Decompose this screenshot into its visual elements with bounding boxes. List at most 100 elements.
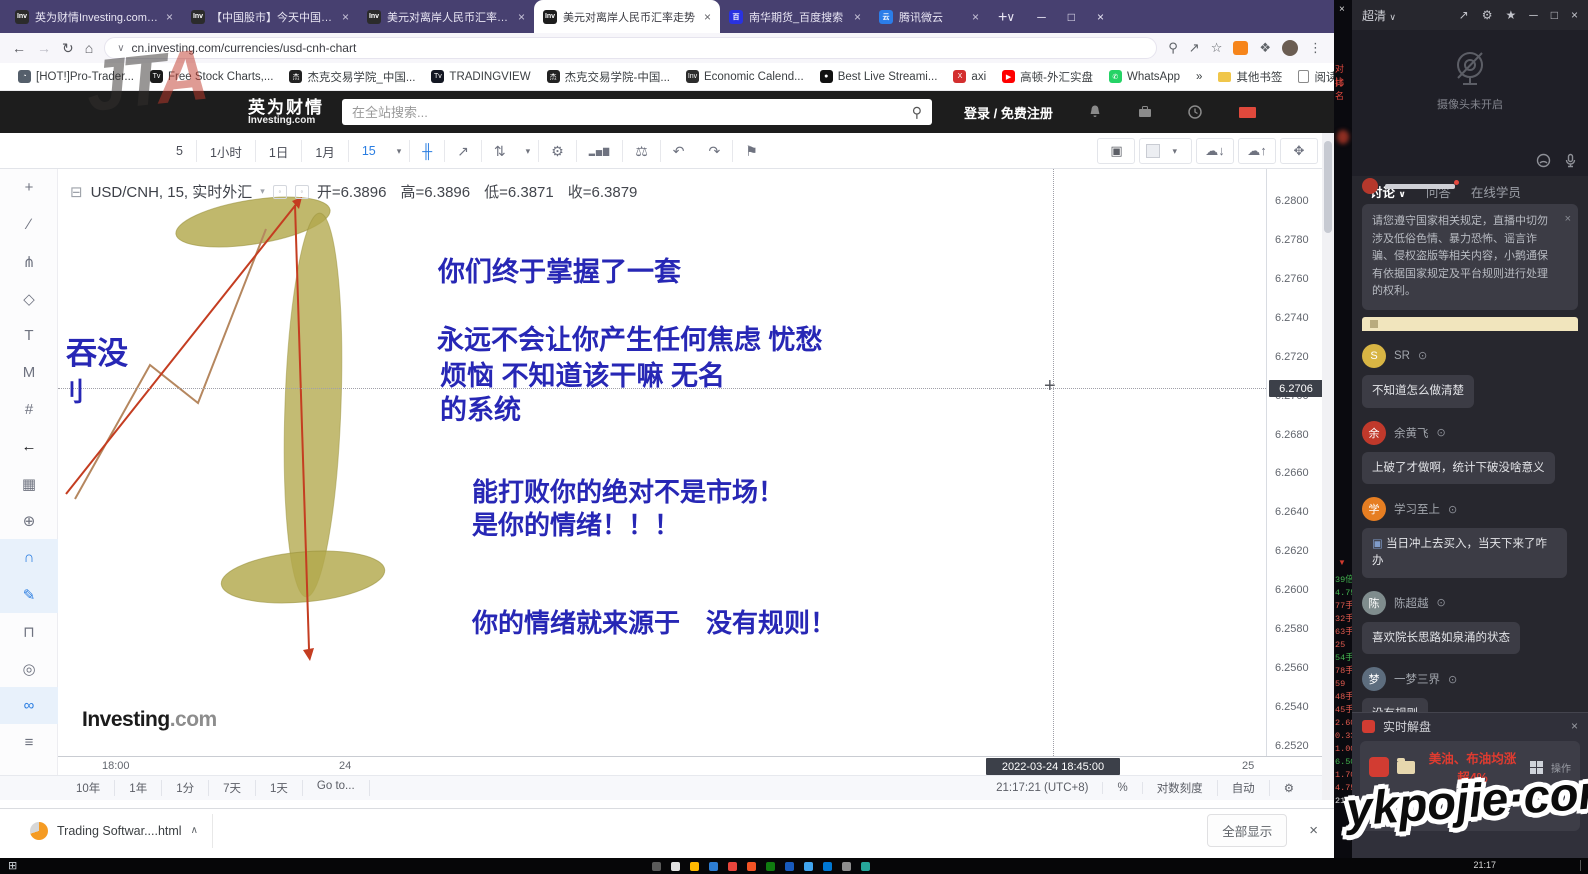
tab-close-icon[interactable]: × [972,10,979,24]
taskbar-app-icon[interactable] [709,862,718,871]
drawing-tool-button[interactable]: T [0,317,58,354]
candlestick-style-icon[interactable]: ╫ [410,143,444,159]
range-button[interactable]: Go to... [303,780,370,796]
compare-dropdown-icon[interactable]: ▾ [518,146,539,157]
redo-icon[interactable]: ↷ [697,143,733,160]
home-icon[interactable]: ⌂ [85,40,93,56]
bookmark-item[interactable]: Inv Economic Calend... [678,69,812,85]
symbol-title[interactable]: USD/CNH, 15, 实时外汇 [91,181,253,202]
portfolio-briefcase-icon[interactable] [1137,104,1153,120]
bookmarks-overflow-icon[interactable]: » [1188,71,1210,83]
taskbar-app-icon[interactable] [671,862,680,871]
browser-tab[interactable]: Inv 英为财情Investing.com_全... × [6,0,182,33]
bookmark-item[interactable]: 杰 杰克交易学院_中国... [281,69,423,85]
percent-scale-button[interactable]: % [1103,782,1142,794]
interval-dropdown-icon[interactable]: ▾ [389,146,410,157]
stream-pin-icon[interactable]: ★ [1505,8,1516,22]
tab-close-icon[interactable]: × [342,10,349,24]
fullscreen-icon[interactable]: ✥ [1280,138,1318,164]
download-caret-icon[interactable]: ∧ [191,825,198,836]
taskbar-app-icon[interactable] [766,862,775,871]
avatar[interactable]: 陈 [1362,591,1386,615]
interval-active-15[interactable]: 15 [349,144,389,158]
chart-canvas[interactable]: + ⊟ USD/CNH, 15, 实时外汇 ▾ ◦ ◦ 开=6.3896高=6.… [58,169,1266,756]
start-button-icon[interactable]: ⊞ [8,859,17,872]
interval-5[interactable]: 5 [163,144,196,158]
avatar[interactable]: 学 [1362,497,1386,521]
other-bookmarks[interactable]: 其他书签 [1210,69,1290,85]
tab-close-icon[interactable]: × [518,10,525,24]
bookmark-item[interactable]: 杰 杰克交易学院-中国... [539,69,678,85]
stream-share-icon[interactable]: ↗ [1459,8,1469,22]
compare-scales-icon[interactable]: ⚖ [623,143,660,160]
window-control-button[interactable]: × [1097,10,1104,24]
site-info-icon[interactable]: ∨ [117,43,124,54]
notice-close-icon[interactable]: × [1565,211,1571,229]
range-button[interactable]: 1天 [256,780,303,796]
drawing-tool-button[interactable]: ◎ [0,650,58,687]
layout-select[interactable]: ▾ [1139,138,1192,164]
legend-eye-icon[interactable]: ◦ [273,185,287,199]
settings-gear-icon[interactable]: ⚙ [539,143,576,160]
bookmark-item[interactable]: X axi [945,69,994,85]
back-icon[interactable]: ← [12,40,26,56]
clock-icon[interactable] [1187,104,1203,120]
bookmark-item[interactable]: ▶ 高顿-外汇实盘 [994,69,1101,85]
bookmark-star-icon[interactable]: ☆ [1211,40,1223,56]
browser-tab[interactable]: 云 腾讯微云 × [870,0,988,33]
taskbar-clock[interactable]: 21:17 [1473,860,1496,870]
drawing-tool-button[interactable]: ◇ [0,280,58,317]
interval-1h[interactable]: 1小时 [197,142,255,161]
metamask-extension-icon[interactable] [1233,41,1248,55]
bookmark-item[interactable]: Tv Free Stock Charts,... [142,69,281,85]
drawing-tool-button[interactable]: ⊓ [0,613,58,650]
tab-close-icon[interactable]: × [854,10,861,24]
show-desktop-button[interactable] [1580,860,1586,871]
compare-icon[interactable]: ⇅ [482,143,518,160]
browser-tab[interactable]: Inv 美元对离岸人民币汇率走势 × [534,0,720,33]
stream-restore-icon[interactable]: □ [1551,8,1558,22]
clock-readout[interactable]: 21:17:21 (UTC+8) [982,782,1103,794]
undo-icon[interactable]: ↶ [661,143,697,160]
page-scrollbar[interactable] [1322,133,1334,800]
drawing-tool-button[interactable]: ← [0,428,58,465]
log-scale-button[interactable]: 对数刻度 [1143,780,1218,796]
quality-select[interactable]: 超清 ∨ [1362,7,1396,24]
avatar[interactable]: S [1362,344,1386,368]
range-button[interactable]: 7天 [209,780,256,796]
browser-tab[interactable]: 百 南华期货_百度搜索 × [720,0,870,33]
strip-close-icon[interactable]: × [1339,4,1345,15]
line-style-icon[interactable]: ↗ [445,143,481,160]
chat-username[interactable]: SR [1394,350,1410,362]
notifications-bell-icon[interactable] [1087,104,1103,120]
pinned-banner[interactable] [1362,317,1578,331]
drawing-tool-button[interactable]: ✎ [0,576,58,613]
chat-username[interactable]: 余黄飞 [1394,425,1429,441]
stream-settings-gear-icon[interactable]: ⚙ [1482,8,1493,22]
range-button[interactable]: 1年 [115,780,162,796]
drawing-tool-button[interactable]: ∞ [0,687,58,724]
extensions-puzzle-icon[interactable]: ❖ [1259,40,1271,56]
drawing-tool-button[interactable]: ∕ [0,206,58,243]
stream-minimize-icon[interactable]: ─ [1529,8,1538,22]
load-layout-cloud-icon[interactable]: ☁↓ [1196,138,1234,164]
download-bar-close-icon[interactable]: × [1309,822,1318,839]
taskbar-app-icon[interactable] [728,862,737,871]
tab-close-icon[interactable]: × [166,10,173,24]
browser-tab[interactable]: Inv 美元对离岸人民币汇率走势... × [358,0,534,33]
chat-username[interactable]: 陈超越 [1394,595,1429,611]
add-alert-icon[interactable]: ⚑ [733,143,770,160]
browser-tab[interactable]: Inv 【中国股市】今天中国股票... × [182,0,358,33]
login-link[interactable]: 登录 / 免费注册 [964,103,1053,122]
microphone-icon[interactable] [1563,153,1578,168]
drawing-tool-button[interactable]: ▦ [0,465,58,502]
reload-icon[interactable]: ↻ [62,40,74,57]
price-axis[interactable]: 6.28006.27806.27606.27406.27206.27006.26… [1266,169,1324,756]
profile-avatar[interactable] [1282,40,1298,56]
bookmark-item[interactable]: ✆ WhatsApp [1101,69,1188,85]
snapshot-camera-icon[interactable]: ▣ [1110,143,1122,159]
interval-1mo[interactable]: 1月 [302,142,347,161]
news-card[interactable]: 美油、布油均涨超4% 操作 国际油价持续走高，美油、布油均涨超4%。 [1360,741,1580,831]
chat-username[interactable]: 学习至上 [1394,501,1440,517]
bookmark-item[interactable]: Tv TRADINGVIEW [423,69,538,85]
